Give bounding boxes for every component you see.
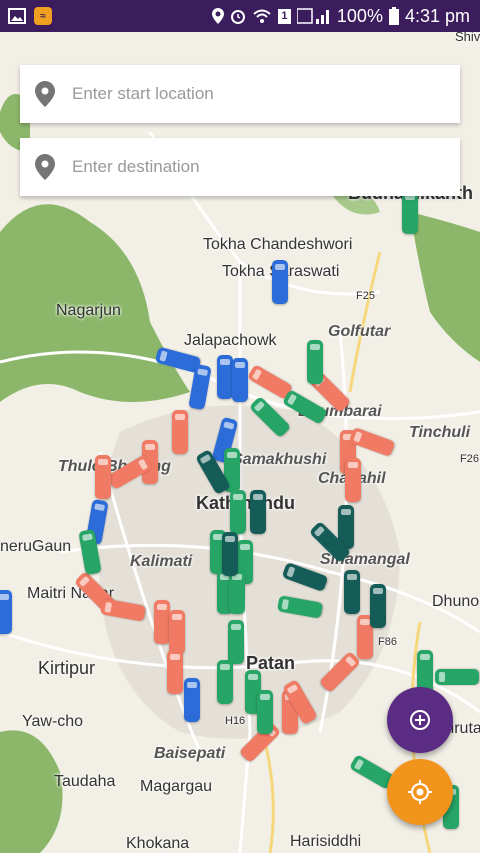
bus-marker-icon[interactable]	[154, 600, 170, 644]
zoom-in-button[interactable]	[387, 687, 453, 753]
my-location-icon	[408, 780, 432, 804]
map-label: F86	[378, 636, 397, 648]
map-label: Yaw-cho	[22, 713, 84, 730]
map-label: Jalapachowk	[184, 332, 277, 349]
image-icon	[8, 8, 26, 24]
map-label: F26	[460, 453, 479, 465]
bus-marker-icon[interactable]	[257, 690, 273, 734]
sim-icon: 1	[277, 8, 291, 24]
bus-marker-icon[interactable]	[184, 678, 200, 722]
map-label: Tinchuli	[409, 424, 471, 441]
battery-percent: 100%	[336, 5, 383, 26]
bus-marker-icon[interactable]	[229, 570, 245, 614]
bus-marker-icon[interactable]	[0, 590, 12, 634]
bus-marker-icon[interactable]	[230, 490, 246, 534]
map-label: Golfutar	[328, 323, 391, 340]
location-icon	[211, 8, 224, 24]
wifi-icon	[253, 9, 271, 23]
map-label: Samakhushi	[232, 451, 327, 468]
map-label: Magargau	[140, 778, 213, 795]
battery-icon	[388, 7, 399, 25]
bus-marker-icon[interactable]	[167, 650, 183, 694]
bus-marker-icon[interactable]	[222, 532, 238, 576]
bus-marker-icon[interactable]	[370, 584, 386, 628]
destination-box[interactable]	[20, 138, 460, 196]
destination-input[interactable]	[70, 156, 434, 178]
bus-marker-icon[interactable]	[217, 355, 233, 399]
clock-time: 4:31 pm	[404, 5, 470, 26]
location-pin-icon	[35, 154, 55, 180]
map-label: Nagarjun	[56, 302, 121, 319]
bus-marker-icon[interactable]	[95, 455, 111, 499]
bus-marker-icon[interactable]	[345, 458, 361, 502]
map-label: Tokha Chandeshwori	[203, 236, 353, 253]
start-location-box[interactable]	[20, 65, 460, 123]
map-label: Khokana	[126, 835, 190, 852]
bus-marker-icon[interactable]	[169, 610, 185, 654]
map-label: Kirtipur	[38, 658, 96, 678]
bus-marker-icon[interactable]	[402, 190, 418, 234]
bus-marker-icon[interactable]	[172, 410, 188, 454]
map-label: Taudaha	[54, 773, 116, 790]
zoom-plus-icon	[410, 710, 430, 730]
alarm-icon	[230, 10, 245, 24]
bus-marker-icon[interactable]	[228, 620, 244, 664]
location-pin-icon	[35, 81, 55, 107]
bus-marker-icon[interactable]	[307, 340, 323, 384]
map-label: F25	[356, 290, 375, 302]
bus-marker-icon[interactable]	[217, 660, 233, 704]
my-location-button[interactable]	[387, 759, 453, 825]
map-label: Kalimati	[130, 553, 193, 570]
map-label: H16	[225, 715, 246, 727]
map-label: Baisepati	[154, 745, 226, 762]
start-location-input[interactable]	[70, 83, 434, 105]
bus-marker-icon[interactable]	[435, 669, 479, 685]
bus-marker-icon[interactable]	[272, 260, 288, 304]
map-label: Harisiddhi	[290, 833, 362, 850]
map-label: neruGaun	[0, 538, 72, 555]
signal-icon	[296, 8, 329, 24]
map-label: Dhuno	[432, 593, 480, 610]
status-bar: ≈ 1 100% 4:31 pm	[0, 0, 480, 32]
app-icon: ≈	[34, 7, 52, 25]
bus-marker-icon[interactable]	[232, 358, 248, 402]
bus-marker-icon[interactable]	[250, 490, 266, 534]
bus-marker-icon[interactable]	[344, 570, 360, 614]
